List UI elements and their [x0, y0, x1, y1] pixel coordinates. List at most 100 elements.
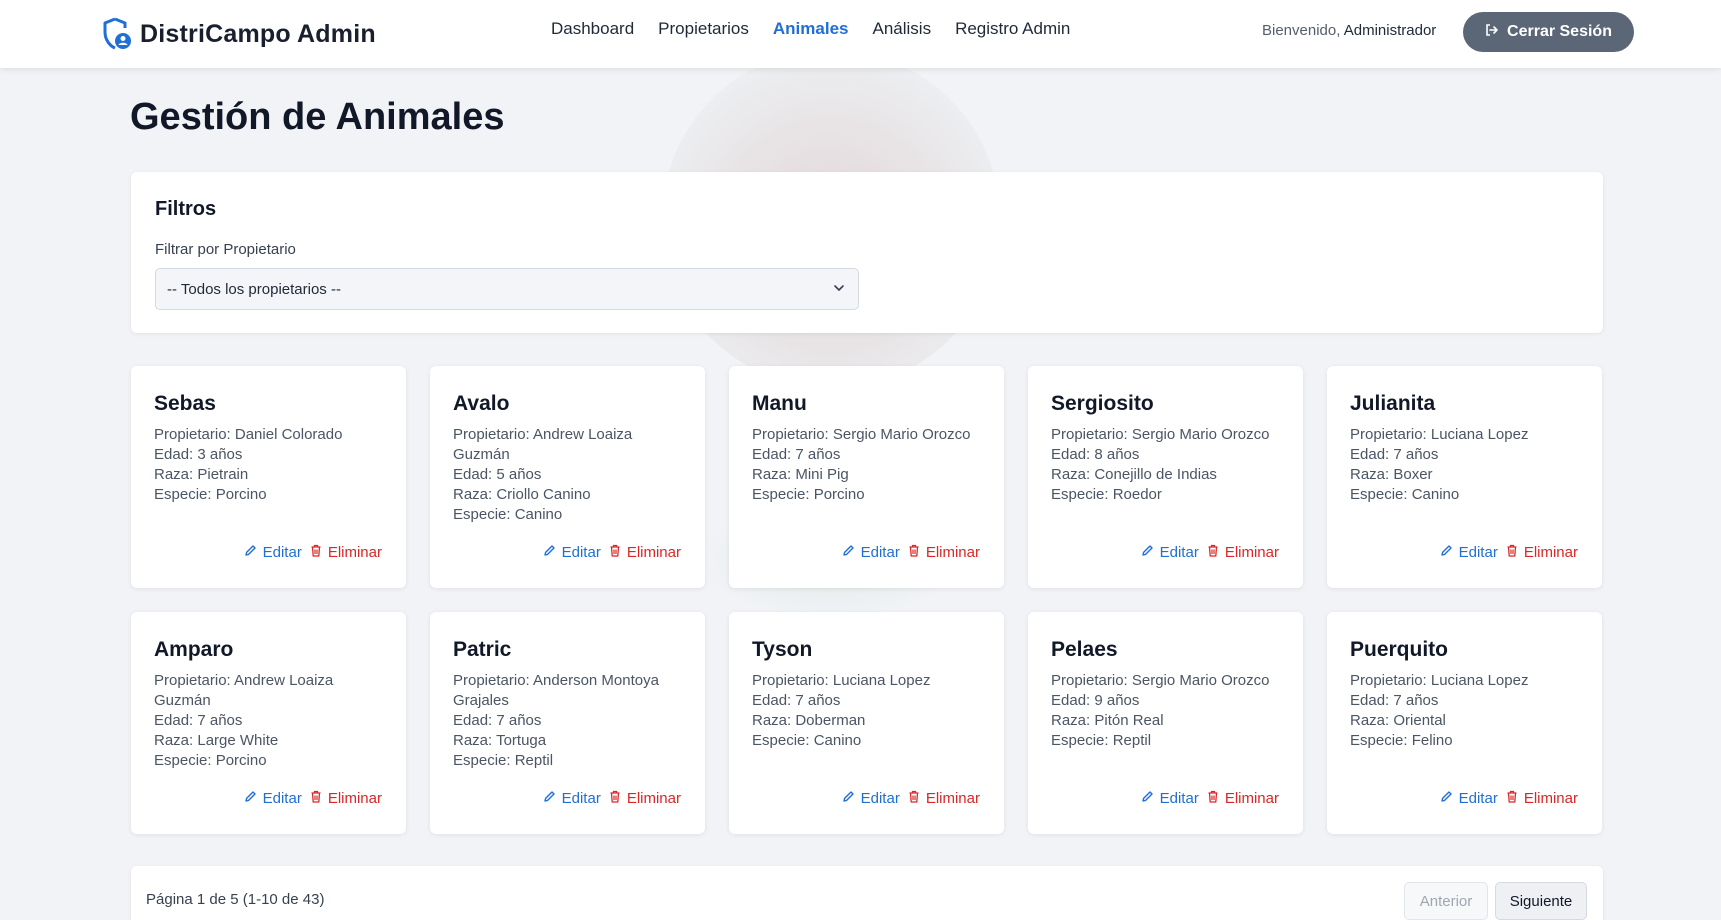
- next-page-button[interactable]: Siguiente: [1495, 882, 1587, 920]
- animal-species: Especie: Porcino: [154, 486, 267, 503]
- filters-panel: Filtros Filtrar por Propietario -- Todos…: [131, 172, 1603, 333]
- trash-icon: [908, 790, 920, 807]
- delete-label: Eliminar: [626, 790, 681, 807]
- edit-label: Editar: [860, 790, 900, 807]
- animal-breed: Raza: Conejillo de Indias: [1051, 466, 1217, 483]
- prev-page-button[interactable]: Anterior: [1404, 882, 1488, 920]
- nav-analisis[interactable]: Análisis: [872, 19, 931, 39]
- edit-label: Editar: [1458, 544, 1498, 561]
- animal-owner: Propietario: Sergio Mario Orozco: [1051, 426, 1270, 443]
- animal-owner: Propietario: Luciana Lopez: [1350, 672, 1529, 689]
- card-actions: Editar Eliminar: [543, 544, 681, 561]
- edit-button[interactable]: Editar: [543, 790, 601, 807]
- animal-name: Tyson: [752, 638, 813, 661]
- nav-animales[interactable]: Animales: [773, 19, 849, 39]
- welcome-text: Bienvenido, Administrador: [1262, 22, 1436, 39]
- delete-label: Eliminar: [626, 544, 681, 561]
- trash-icon: [1207, 544, 1219, 561]
- edit-button[interactable]: Editar: [842, 790, 900, 807]
- animal-name: Avalo: [453, 392, 510, 415]
- pencil-icon: [842, 790, 855, 807]
- edit-label: Editar: [1159, 544, 1199, 561]
- pagination-info: Página 1 de 5 (1-10 de 43): [146, 891, 325, 908]
- pencil-icon: [1440, 790, 1453, 807]
- edit-label: Editar: [262, 790, 302, 807]
- trash-icon: [310, 544, 322, 561]
- card-actions: Editar Eliminar: [1141, 544, 1279, 561]
- animal-info: Propietario: Andrew Loaiza Guzmán Edad: 5…: [453, 425, 693, 525]
- delete-button[interactable]: Eliminar: [609, 544, 681, 561]
- edit-button[interactable]: Editar: [1440, 790, 1498, 807]
- delete-button[interactable]: Eliminar: [310, 790, 382, 807]
- animal-info: Propietario: Luciana Lopez Edad: 7 años Ra…: [1350, 671, 1590, 751]
- animal-age: Edad: 7 años: [453, 712, 542, 729]
- delete-button[interactable]: Eliminar: [609, 790, 681, 807]
- nav-dashboard[interactable]: Dashboard: [551, 19, 634, 39]
- animal-breed: Raza: Criollo Canino: [453, 486, 591, 503]
- page-title: Gestión de Animales: [130, 96, 505, 138]
- delete-label: Eliminar: [1523, 790, 1578, 807]
- animal-owner: Propietario: Sergio Mario Orozco: [752, 426, 971, 443]
- filters-title: Filtros: [155, 198, 217, 220]
- delete-label: Eliminar: [327, 544, 382, 561]
- edit-button[interactable]: Editar: [244, 790, 302, 807]
- animal-species: Especie: Roedor: [1051, 486, 1162, 503]
- animal-age: Edad: 9 años: [1051, 692, 1140, 709]
- animal-name: Manu: [752, 392, 807, 415]
- delete-button[interactable]: Eliminar: [1207, 544, 1279, 561]
- animal-name: Patric: [453, 638, 512, 661]
- animal-owner: Propietario: Luciana Lopez: [1350, 426, 1529, 443]
- nav-propietarios[interactable]: Propietarios: [658, 19, 749, 39]
- trash-icon: [609, 544, 621, 561]
- delete-label: Eliminar: [1224, 790, 1279, 807]
- animal-species: Especie: Reptil: [453, 752, 554, 769]
- card-actions: Editar Eliminar: [842, 790, 980, 807]
- animal-info: Propietario: Anderson Montoya Grajales Ed…: [453, 671, 693, 771]
- edit-button[interactable]: Editar: [244, 544, 302, 561]
- edit-button[interactable]: Editar: [1141, 790, 1199, 807]
- welcome-user: Administrador: [1343, 22, 1437, 39]
- pencil-icon: [543, 544, 556, 561]
- animal-owner: Propietario: Daniel Colorado: [154, 426, 343, 443]
- shield-user-icon: [102, 17, 132, 51]
- animal-species: Especie: Canino: [453, 506, 563, 523]
- delete-button[interactable]: Eliminar: [1506, 544, 1578, 561]
- brand-name: DistriCampo Admin: [140, 19, 376, 48]
- delete-button[interactable]: Eliminar: [908, 544, 980, 561]
- edit-button[interactable]: Editar: [1141, 544, 1199, 561]
- animal-owner: Propietario: Andrew Loaiza Guzmán: [154, 672, 334, 709]
- edit-button[interactable]: Editar: [842, 544, 900, 561]
- delete-label: Eliminar: [327, 790, 382, 807]
- pagination: Página 1 de 5 (1-10 de 43) Anterior Sigu…: [131, 866, 1603, 920]
- nav-registro-admin[interactable]: Registro Admin: [955, 19, 1070, 39]
- pencil-icon: [543, 790, 556, 807]
- brand[interactable]: DistriCampo Admin: [102, 14, 376, 54]
- animal-name: Julianita: [1350, 392, 1436, 415]
- animal-info: Propietario: Sergio Mario Orozco Edad: 9 …: [1051, 671, 1291, 751]
- animal-species: Especie: Canino: [752, 732, 862, 749]
- card-actions: Editar Eliminar: [842, 544, 980, 561]
- card-actions: Editar Eliminar: [1141, 790, 1279, 807]
- animal-info: Propietario: Sergio Mario Orozco Edad: 7 …: [752, 425, 992, 505]
- edit-button[interactable]: Editar: [1440, 544, 1498, 561]
- logout-button[interactable]: Cerrar Sesión: [1463, 12, 1634, 52]
- card-actions: Editar Eliminar: [1440, 790, 1578, 807]
- trash-icon: [310, 790, 322, 807]
- animal-info: Propietario: Luciana Lopez Edad: 7 años Ra…: [752, 671, 992, 751]
- animal-name: Amparo: [154, 638, 234, 661]
- delete-button[interactable]: Eliminar: [1506, 790, 1578, 807]
- delete-button[interactable]: Eliminar: [908, 790, 980, 807]
- delete-button[interactable]: Eliminar: [1207, 790, 1279, 807]
- logout-icon: [1485, 23, 1499, 42]
- delete-button[interactable]: Eliminar: [310, 544, 382, 561]
- animal-card: Puerquito Propietario: Luciana Lopez Edad:…: [1327, 612, 1602, 834]
- animal-age: Edad: 7 años: [154, 712, 243, 729]
- chevron-down-icon: [832, 281, 846, 299]
- animal-species: Especie: Felino: [1350, 732, 1453, 749]
- animal-breed: Raza: Large White: [154, 732, 279, 749]
- animal-card: Avalo Propietario: Andrew Loaiza Guzmán Ed…: [430, 366, 705, 588]
- owner-filter-select[interactable]: -- Todos los propietarios --: [155, 268, 859, 310]
- animal-card: Patric Propietario: Anderson Montoya Graj…: [430, 612, 705, 834]
- edit-button[interactable]: Editar: [543, 544, 601, 561]
- edit-label: Editar: [561, 790, 601, 807]
